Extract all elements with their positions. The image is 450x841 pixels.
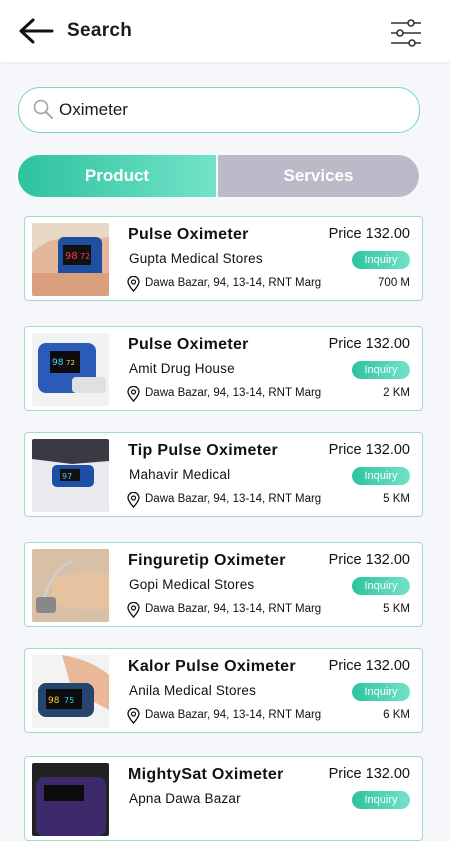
map-pin-icon bbox=[127, 492, 140, 508]
distance: 5 KM bbox=[383, 603, 410, 615]
store-address: Dawa Bazar, 94, 13-14, RNT Marg bbox=[145, 603, 322, 615]
store-name: Anila Medical Stores bbox=[129, 683, 257, 698]
distance: 6 KM bbox=[383, 709, 410, 721]
product-name: Tip Pulse Oximeter bbox=[128, 442, 279, 459]
search-bar bbox=[18, 87, 420, 133]
inquiry-button[interactable]: Inquiry bbox=[352, 577, 410, 595]
distance: 2 KM bbox=[383, 387, 410, 399]
map-pin-icon bbox=[127, 386, 140, 402]
page-title: Search bbox=[67, 20, 133, 41]
product-name: Kalor Pulse Oximeter bbox=[128, 658, 296, 675]
product-name: Finguretip Oximeter bbox=[128, 552, 286, 569]
price-label: Price bbox=[328, 766, 362, 782]
product-name: MightySat Oximeter bbox=[128, 766, 284, 783]
sliders-icon bbox=[391, 19, 421, 47]
price-label: Price bbox=[328, 336, 362, 352]
store-name: Gopi Medical Stores bbox=[129, 577, 255, 592]
product-image: 97 bbox=[32, 439, 109, 512]
top-app-bar: Search bbox=[0, 0, 450, 62]
store-address: Dawa Bazar, 94, 13-14, RNT Marg bbox=[145, 493, 322, 505]
price-value: 132.00 bbox=[365, 226, 410, 242]
tab-services[interactable]: Services bbox=[218, 155, 419, 197]
product-card[interactable]: 97 Tip Pulse Oximeter Mahavir Medical Pr… bbox=[24, 432, 423, 517]
product-card[interactable]: 98 75 Kalor Pulse Oximeter Anila Medical … bbox=[24, 648, 423, 733]
inquiry-button[interactable]: Inquiry bbox=[352, 251, 410, 269]
price-value: 132.00 bbox=[365, 552, 410, 568]
arrow-left-icon bbox=[19, 18, 54, 44]
product-price: Price 132.00 bbox=[329, 766, 410, 782]
product-image: 98 72 bbox=[32, 223, 109, 296]
distance: 700 M bbox=[378, 277, 410, 289]
product-card[interactable]: MightySat Oximeter Apna Dawa Bazar Price… bbox=[24, 756, 423, 841]
product-name: Pulse Oximeter bbox=[128, 336, 249, 353]
map-pin-icon bbox=[127, 708, 140, 724]
inquiry-button[interactable]: Inquiry bbox=[352, 683, 410, 701]
store-address: Dawa Bazar, 94, 13-14, RNT Marg bbox=[145, 709, 322, 721]
product-price: Price 132.00 bbox=[329, 226, 410, 242]
svg-text:98: 98 bbox=[65, 251, 78, 262]
store-address: Dawa Bazar, 94, 13-14, RNT Marg bbox=[145, 387, 322, 399]
product-card[interactable]: Finguretip Oximeter Gopi Medical Stores … bbox=[24, 542, 423, 627]
distance: 5 KM bbox=[383, 493, 410, 505]
inquiry-button[interactable]: Inquiry bbox=[352, 361, 410, 379]
product-name: Pulse Oximeter bbox=[128, 226, 249, 243]
svg-text:98: 98 bbox=[48, 696, 60, 706]
price-value: 132.00 bbox=[365, 766, 410, 782]
price-label: Price bbox=[328, 658, 362, 674]
product-image: 98 75 bbox=[32, 655, 109, 728]
product-image: 98 72 bbox=[32, 333, 109, 406]
svg-text:97: 97 bbox=[62, 472, 72, 481]
price-label: Price bbox=[328, 442, 362, 458]
tab-product[interactable]: Product bbox=[18, 155, 216, 197]
inquiry-button[interactable]: Inquiry bbox=[352, 467, 410, 485]
product-price: Price 132.00 bbox=[329, 336, 410, 352]
store-name: Gupta Medical Stores bbox=[129, 251, 263, 266]
store-name: Apna Dawa Bazar bbox=[129, 791, 241, 806]
product-card[interactable]: 98 72 Pulse Oximeter Amit Drug House Pric… bbox=[24, 326, 423, 411]
store-name: Amit Drug House bbox=[129, 361, 235, 376]
svg-text:98: 98 bbox=[52, 358, 64, 368]
product-price: Price 132.00 bbox=[329, 658, 410, 674]
magnifier-icon bbox=[33, 99, 53, 119]
store-name: Mahavir Medical bbox=[129, 467, 231, 482]
product-card[interactable]: 98 72 Pulse Oximeter Gupta Medical Stores… bbox=[24, 216, 423, 301]
product-price: Price 132.00 bbox=[329, 552, 410, 568]
svg-text:75: 75 bbox=[64, 696, 74, 705]
map-pin-icon bbox=[127, 602, 140, 618]
back-button[interactable] bbox=[18, 16, 54, 46]
svg-text:72: 72 bbox=[80, 252, 90, 261]
search-input[interactable] bbox=[57, 96, 401, 124]
map-pin-icon bbox=[127, 276, 140, 292]
price-value: 132.00 bbox=[365, 336, 410, 352]
inquiry-button[interactable]: Inquiry bbox=[352, 791, 410, 809]
product-image bbox=[32, 549, 109, 622]
price-label: Price bbox=[328, 226, 362, 242]
svg-text:72: 72 bbox=[66, 359, 75, 367]
price-value: 132.00 bbox=[365, 442, 410, 458]
store-address: Dawa Bazar, 94, 13-14, RNT Marg bbox=[145, 277, 322, 289]
filter-button[interactable] bbox=[390, 18, 422, 48]
price-label: Price bbox=[328, 552, 362, 568]
product-price: Price 132.00 bbox=[329, 442, 410, 458]
price-value: 132.00 bbox=[365, 658, 410, 674]
